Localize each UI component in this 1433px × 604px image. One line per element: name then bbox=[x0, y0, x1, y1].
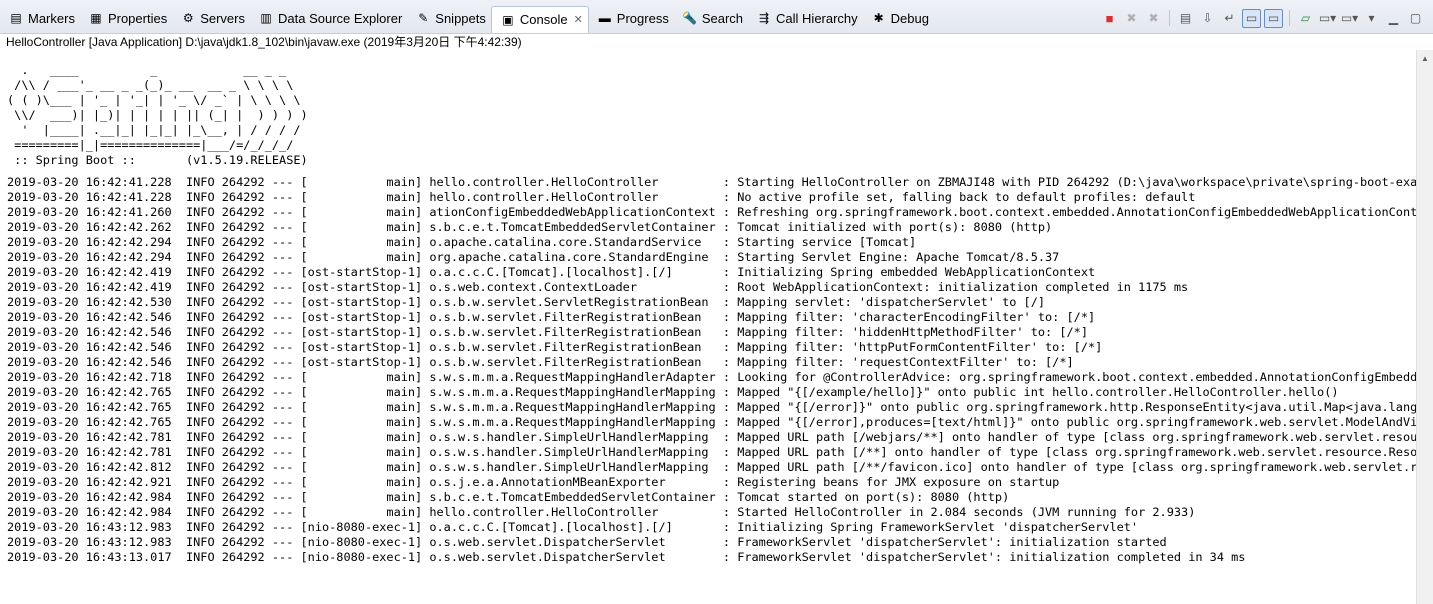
terminate-icon[interactable]: ■ bbox=[1100, 9, 1119, 28]
search-icon: 🔦 bbox=[682, 11, 698, 25]
log-line: 2019-03-20 16:42:42.921 INFO 264292 --- … bbox=[7, 475, 1060, 489]
pin-console-icon[interactable]: ▱ bbox=[1296, 9, 1315, 28]
word-wrap-icon[interactable]: ↵ bbox=[1220, 9, 1239, 28]
log-line: 2019-03-20 16:42:42.765 INFO 264292 --- … bbox=[7, 415, 1416, 429]
log-line: 2019-03-20 16:42:42.718 INFO 264292 --- … bbox=[7, 370, 1416, 384]
toolbar-separator bbox=[1169, 10, 1170, 26]
log-line: 2019-03-20 16:42:41.228 INFO 264292 --- … bbox=[7, 175, 1416, 189]
log-line: 2019-03-20 16:42:42.294 INFO 264292 --- … bbox=[7, 235, 917, 249]
console-toolbar: ■ ✖ ✖ ▤ ⇩ ↵ ▭ ▭ ▱ ▭▾ ▭▾ ▾ ▁ ▢ bbox=[1100, 8, 1425, 28]
banner-line: /\\ / ___'_ __ _ _(_)_ __ __ _ \ \ \ \ bbox=[7, 78, 294, 92]
console-icon: ▣ bbox=[502, 12, 514, 27]
servers-icon: ⚙ bbox=[182, 11, 194, 25]
vertical-scrollbar[interactable]: ▲ bbox=[1416, 50, 1433, 604]
log-line: 2019-03-20 16:42:42.262 INFO 264292 --- … bbox=[7, 220, 1053, 234]
tab-debug[interactable]: ✱ Debug bbox=[863, 6, 934, 30]
log-line: 2019-03-20 16:42:42.546 INFO 264292 --- … bbox=[7, 340, 1103, 354]
spring-boot-banner: . ____ _ __ _ _ /\\ / ___'_ __ _ _(_)_ _… bbox=[0, 50, 1416, 168]
maximize-icon[interactable]: ▢ bbox=[1406, 9, 1425, 28]
tab-label: Debug bbox=[890, 10, 929, 26]
tab-console[interactable]: ▣ Console ✕ bbox=[490, 5, 589, 33]
log-line: 2019-03-20 16:42:42.984 INFO 264292 --- … bbox=[7, 505, 1196, 519]
database-icon: ▥ bbox=[260, 11, 272, 25]
remove-all-terminated-icon[interactable]: ✖ bbox=[1144, 9, 1163, 28]
log-line: 2019-03-20 16:42:42.765 INFO 264292 --- … bbox=[7, 400, 1416, 414]
log-line: 2019-03-20 16:42:41.260 INFO 264292 --- … bbox=[7, 205, 1416, 219]
tab-label: Console bbox=[519, 12, 568, 27]
display-console-icon[interactable]: ▭▾ bbox=[1318, 9, 1337, 28]
close-icon[interactable]: ✕ bbox=[574, 13, 583, 26]
tab-data-source-explorer[interactable]: ▥ Data Source Explorer bbox=[250, 6, 407, 30]
debug-icon: ✱ bbox=[873, 11, 884, 25]
log-output: 2019-03-20 16:42:41.228 INFO 264292 --- … bbox=[0, 168, 1416, 565]
log-line: 2019-03-20 16:42:42.546 INFO 264292 --- … bbox=[7, 355, 1074, 369]
tab-servers[interactable]: ⚙ Servers bbox=[172, 6, 250, 30]
log-line: 2019-03-20 16:42:42.546 INFO 264292 --- … bbox=[7, 325, 1088, 339]
tab-label: Markers bbox=[28, 10, 75, 26]
properties-icon: ▦ bbox=[90, 11, 102, 25]
snippets-icon: ✎ bbox=[418, 11, 429, 25]
console-process-title: HelloController [Java Application] D:\ja… bbox=[6, 35, 522, 49]
progress-icon: ▬ bbox=[598, 11, 611, 25]
tab-markers[interactable]: ▤ Markers bbox=[0, 6, 80, 30]
show-on-stderr-icon[interactable]: ▭ bbox=[1264, 8, 1283, 28]
view-tab-bar: ▤ Markers ▦ Properties ⚙ Servers ▥ Data Source … bbox=[0, 0, 1433, 34]
tab-label: Progress bbox=[616, 10, 669, 26]
log-line: 2019-03-20 16:42:42.419 INFO 264292 --- … bbox=[7, 280, 1189, 294]
tab-label: Data Source Explorer bbox=[278, 10, 403, 26]
log-line: 2019-03-20 16:42:42.765 INFO 264292 --- … bbox=[7, 385, 1339, 399]
tab-label: Servers bbox=[200, 10, 245, 26]
tab-list: ▤ Markers ▦ Properties ⚙ Servers ▥ Data Source … bbox=[0, 5, 934, 33]
log-line: 2019-03-20 16:42:42.530 INFO 264292 --- … bbox=[7, 295, 1046, 309]
banner-line: :: Spring Boot :: (v1.5.19.RELEASE) bbox=[7, 153, 308, 167]
log-line: 2019-03-20 16:42:42.812 INFO 264292 --- … bbox=[7, 460, 1416, 474]
banner-line: . ____ _ __ _ _ bbox=[7, 63, 287, 77]
toolbar-separator bbox=[1289, 10, 1290, 26]
tab-label: Call Hierarchy bbox=[776, 10, 858, 26]
log-line: 2019-03-20 16:42:42.419 INFO 264292 --- … bbox=[7, 265, 1096, 279]
view-menu-icon[interactable]: ▾ bbox=[1362, 9, 1381, 28]
banner-line: =========|_|==============|___/=/_/_/_/ bbox=[7, 138, 294, 152]
minimize-icon[interactable]: ▁ bbox=[1384, 9, 1403, 28]
log-line: 2019-03-20 16:42:42.781 INFO 264292 --- … bbox=[7, 445, 1416, 459]
clear-console-icon[interactable]: ▤ bbox=[1176, 9, 1195, 28]
call-hierarchy-icon: ⇶ bbox=[759, 11, 770, 25]
scroll-up-arrow-icon[interactable]: ▲ bbox=[1417, 50, 1433, 67]
tab-progress[interactable]: ▬ Progress bbox=[589, 6, 674, 30]
tab-search[interactable]: 🔦 Search bbox=[674, 6, 748, 30]
log-line: 2019-03-20 16:43:13.017 INFO 264292 --- … bbox=[7, 550, 1246, 564]
tab-properties[interactable]: ▦ Properties bbox=[80, 6, 172, 30]
log-line: 2019-03-20 16:43:12.983 INFO 264292 --- … bbox=[7, 535, 1167, 549]
show-on-stdout-icon[interactable]: ▭ bbox=[1242, 8, 1261, 28]
banner-line: ' |____| .__|_| |_|_| |_\__, | / / / / bbox=[7, 123, 301, 137]
log-line: 2019-03-20 16:42:42.781 INFO 264292 --- … bbox=[7, 430, 1416, 444]
log-line: 2019-03-20 16:42:42.984 INFO 264292 --- … bbox=[7, 490, 1010, 504]
banner-line: \\/ ___)| |_)| | | | | || (_| | ) ) ) ) bbox=[7, 108, 308, 122]
console-output[interactable]: . ____ _ __ _ _ /\\ / ___'_ __ _ _(_)_ _… bbox=[0, 50, 1416, 604]
tab-label: Search bbox=[701, 10, 744, 26]
log-line: 2019-03-20 16:43:12.983 INFO 264292 --- … bbox=[7, 520, 1139, 534]
tab-label: Snippets bbox=[435, 10, 486, 26]
log-line: 2019-03-20 16:42:41.228 INFO 264292 --- … bbox=[7, 190, 1196, 204]
tab-snippets[interactable]: ✎ Snippets bbox=[407, 6, 491, 30]
markers-icon: ▤ bbox=[10, 11, 22, 25]
tab-call-hierarchy[interactable]: ⇶ Call Hierarchy bbox=[748, 6, 863, 30]
log-line: 2019-03-20 16:42:42.546 INFO 264292 --- … bbox=[7, 310, 1096, 324]
scroll-lock-icon[interactable]: ⇩ bbox=[1198, 9, 1217, 28]
tab-label: Properties bbox=[107, 10, 168, 26]
log-line: 2019-03-20 16:42:42.294 INFO 264292 --- … bbox=[7, 250, 1060, 264]
banner-line: ( ( )\___ | '_ | '_| | '_ \/ _` | \ \ \ … bbox=[7, 93, 301, 107]
open-console-icon[interactable]: ▭▾ bbox=[1340, 9, 1359, 28]
remove-launch-icon[interactable]: ✖ bbox=[1122, 9, 1141, 28]
